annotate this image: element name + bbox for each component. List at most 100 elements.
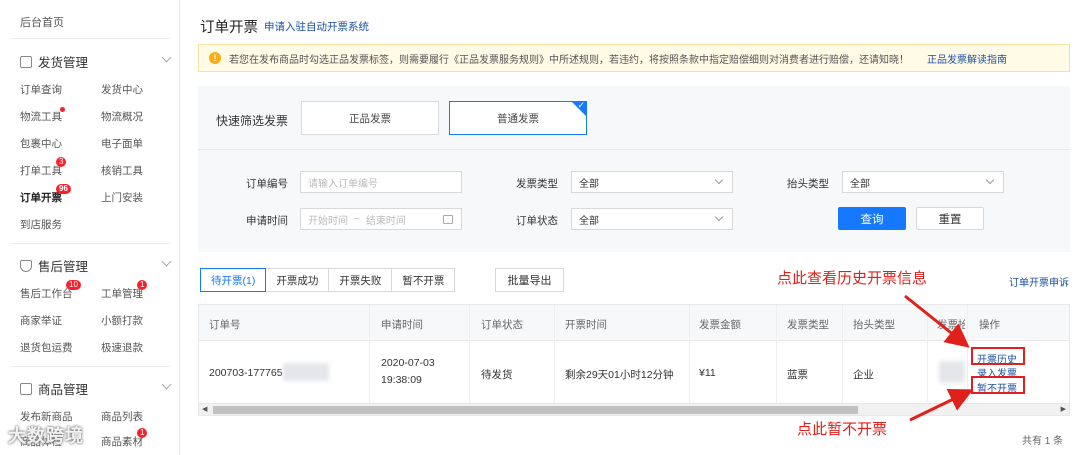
- redacted-blur: [939, 361, 965, 383]
- select-value: 全部: [579, 215, 599, 227]
- chevron-down-icon: [714, 212, 724, 222]
- sidebar-item-order-invoice[interactable]: 订单开票 96: [20, 184, 71, 205]
- filter-panel: 快速筛选发票 正品发票 普通发票 ✓ 订单编号 请输入订单编号 发票类型 全部 …: [198, 86, 1070, 252]
- invoice-type-select[interactable]: 全部: [571, 171, 733, 193]
- horizontal-scrollbar[interactable]: ◀ ▶: [199, 403, 1069, 415]
- tab-failed[interactable]: 开票失败: [329, 268, 393, 292]
- quick-filter-genuine[interactable]: 正品发票: [301, 101, 439, 135]
- sidebar-item-logistics-overview[interactable]: 物流概况: [101, 109, 143, 124]
- sidebar-item-print-tool[interactable]: 打单工具 3: [20, 157, 67, 178]
- amount-cell: ¥11: [699, 367, 716, 379]
- title-type-label: 抬头类型: [787, 178, 829, 190]
- sidebar-home[interactable]: 后台首页: [20, 14, 64, 30]
- scroll-right-icon[interactable]: ▶: [1061, 404, 1066, 415]
- order-no-input[interactable]: 请输入订单编号: [300, 171, 462, 193]
- chevron-down-icon: [161, 52, 172, 63]
- apply-time-label: 申请时间: [246, 215, 288, 227]
- tab-skipped[interactable]: 暂不开票: [392, 268, 456, 292]
- count-badge: 10: [66, 280, 81, 290]
- tab-success[interactable]: 开票成功: [266, 268, 330, 292]
- sidebar-item-return-shipping[interactable]: 退货包运费: [20, 340, 73, 355]
- sidebar-group-product[interactable]: 商品管理: [20, 379, 172, 398]
- sidebar-item-ticket[interactable]: 工单管理 1: [101, 280, 148, 301]
- invoice-guide-link[interactable]: 正品发票解读指南: [927, 51, 1007, 66]
- chevron-down-icon: [161, 256, 172, 267]
- sidebar-divider: [10, 38, 170, 39]
- column-header: 抬头类型: [853, 319, 895, 331]
- sidebar-item-fast-refund[interactable]: 极速退款: [101, 340, 143, 355]
- batch-export-button[interactable]: 批量导出: [495, 268, 564, 292]
- sidebar-item-aftersale-workbench[interactable]: 售后工作台 10: [20, 280, 81, 301]
- count-badge: 96: [56, 184, 71, 194]
- sidebar-item-evidence[interactable]: 商家举证: [20, 313, 62, 328]
- sidebar-item-small-payment[interactable]: 小额打款: [101, 313, 143, 328]
- notification-dot: [60, 107, 65, 112]
- order-status-cell: 待发货: [481, 369, 513, 381]
- reset-button[interactable]: 重置: [916, 207, 984, 230]
- order-status-select[interactable]: 全部: [571, 208, 733, 230]
- column-header: 订单号: [209, 319, 241, 331]
- sidebar-item-ship-center[interactable]: 发货中心: [101, 82, 143, 97]
- sidebar-group-aftersale[interactable]: 售后管理: [20, 256, 172, 275]
- sidebar-item-store-service[interactable]: 到店服务: [20, 217, 62, 232]
- auto-invoice-link[interactable]: 申请入驻自动开票系统: [264, 19, 369, 34]
- box-icon: [20, 382, 32, 395]
- invoice-appeal-link[interactable]: 订单开票申诉: [1009, 274, 1069, 289]
- chevron-down-icon: [714, 175, 724, 185]
- title-type-cell: 企业: [853, 369, 874, 381]
- scrollbar-thumb[interactable]: [213, 406, 858, 414]
- sidebar-item-order-query[interactable]: 订单查询: [20, 82, 62, 97]
- apply-date-cell: 2020-07-03: [381, 357, 435, 369]
- sidebar: 后台首页 发货管理 订单查询 发货中心 物流工具 物流概况 包裹中心 电子面单 …: [0, 0, 180, 455]
- quick-filter-label-text: 普通发票: [497, 112, 539, 125]
- invoice-type-cell: 蓝票: [787, 369, 808, 381]
- title-type-select[interactable]: 全部: [842, 171, 1004, 193]
- query-button[interactable]: 查询: [838, 207, 906, 230]
- tab-pending[interactable]: 待开票(1): [200, 268, 267, 292]
- count-badge: 1: [137, 428, 148, 438]
- sidebar-item-product-material[interactable]: 商品素材 1: [101, 428, 148, 449]
- column-divider: [776, 305, 777, 403]
- highlight-box: [971, 347, 1025, 365]
- column-divider: [842, 305, 843, 403]
- column-header: 发票金额: [699, 319, 741, 331]
- column-divider: [967, 305, 968, 403]
- calendar-icon: [443, 215, 453, 224]
- order-status-label: 订单状态: [516, 215, 558, 227]
- invoice-type-label: 发票类型: [516, 178, 558, 190]
- order-no-cell: 200703-177765: [209, 367, 283, 379]
- sidebar-item-label: 商品素材: [101, 436, 143, 448]
- scroll-left-icon[interactable]: ◀: [202, 404, 207, 415]
- sidebar-item-label: 订单开票: [20, 192, 62, 204]
- order-no-label: 订单编号: [246, 178, 288, 190]
- sidebar-item-home-install[interactable]: 上门安装: [101, 190, 143, 205]
- sidebar-item-product-list[interactable]: 商品列表: [101, 409, 143, 424]
- end-time-placeholder: 结束时间: [365, 215, 406, 227]
- sidebar-item-e-waybill[interactable]: 电子面单: [101, 136, 143, 151]
- document-icon: [20, 55, 32, 68]
- column-header: 发票类型: [787, 319, 829, 331]
- column-header: 发票抬: [937, 319, 965, 331]
- column-header: 申请时间: [381, 319, 423, 331]
- sidebar-item-logistics-tool[interactable]: 物流工具: [20, 107, 65, 124]
- select-value: 全部: [579, 178, 599, 190]
- status-tabs: 待开票(1) 开票成功 开票失败 暂不开票: [200, 268, 456, 292]
- sidebar-group-label: 发货管理: [38, 56, 89, 70]
- apply-time-cell: 19:38:09: [381, 374, 422, 386]
- sidebar-divider: [10, 243, 170, 244]
- column-divider: [927, 305, 928, 403]
- page-title: 订单开票: [200, 20, 258, 36]
- column-divider: [469, 305, 470, 403]
- sidebar-item-label: 售后工作台: [20, 288, 73, 300]
- sidebar-group-shipping[interactable]: 发货管理: [20, 52, 172, 71]
- count-badge: 3: [56, 157, 67, 167]
- quick-filter-row: 快速筛选发票 正品发票 普通发票 ✓: [198, 86, 1070, 150]
- warning-icon: !: [209, 52, 221, 64]
- sidebar-item-parcel-center[interactable]: 包裹中心: [20, 136, 62, 151]
- quick-filter-normal[interactable]: 普通发票 ✓: [449, 100, 587, 135]
- total-count: 共有 1 条: [1022, 436, 1064, 447]
- range-separator: ~: [354, 213, 360, 225]
- apply-time-range[interactable]: 开始时间 ~ 结束时间: [300, 208, 462, 230]
- sidebar-item-verify-tool[interactable]: 核销工具: [101, 163, 143, 178]
- sidebar-item-label: 打单工具: [20, 165, 62, 177]
